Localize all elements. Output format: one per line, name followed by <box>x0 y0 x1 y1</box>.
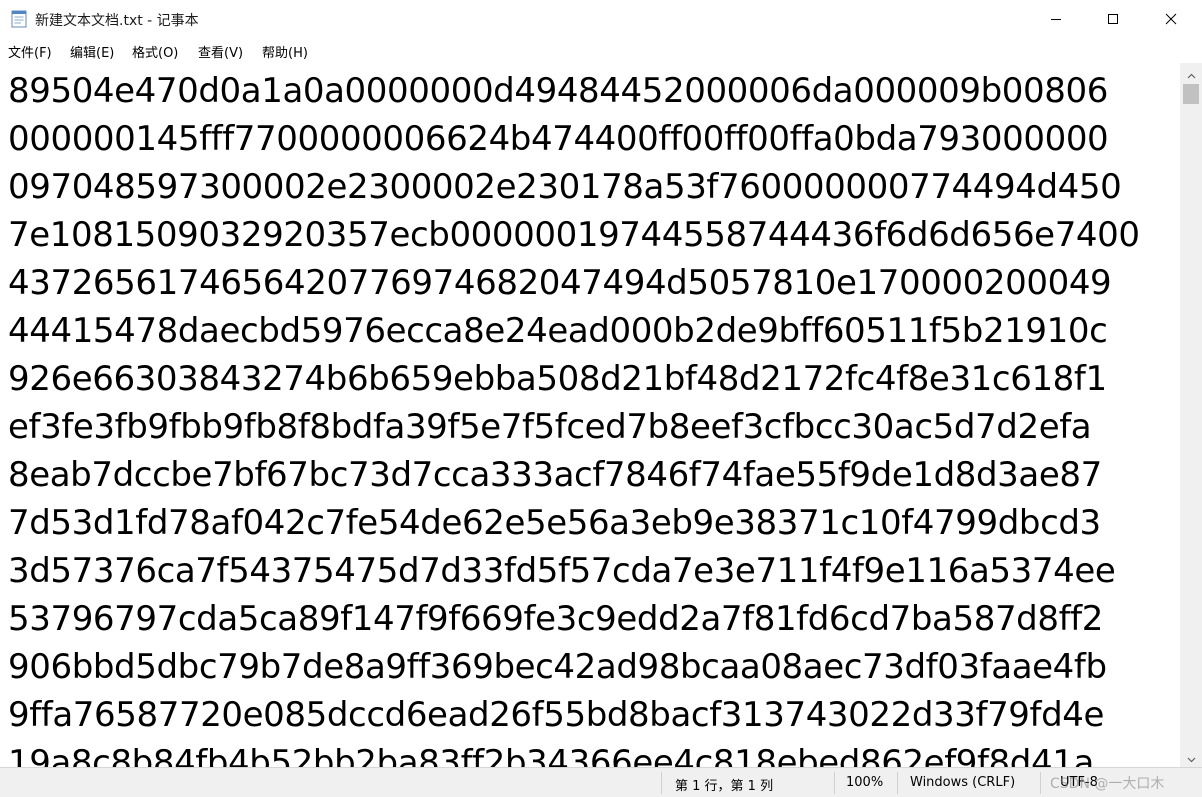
scroll-down-button[interactable] <box>1180 747 1202 767</box>
menu-edit[interactable]: 编辑(E) <box>70 42 114 61</box>
zoom-level: 100% <box>846 775 884 790</box>
text-editor[interactable]: 89504e470d0a1a0a0000000d49484452000006da… <box>0 63 1180 767</box>
editor-content[interactable]: 89504e470d0a1a0a0000000d49484452000006da… <box>8 67 1140 767</box>
text-line: 53796797cda5ca89f147f9f669fe3c9edd2a7f81… <box>8 599 1103 639</box>
text-line: 097048597300002e2300002e230178a53f760000… <box>8 167 1122 207</box>
text-line: 9ffa76587720e085dccd6ead26f55bd8bacf3137… <box>8 695 1105 735</box>
text-line: ef3fe3fb9fbb9fb8f8bdfa39f5e7f5fced7b8eef… <box>8 407 1092 447</box>
vertical-scrollbar[interactable] <box>1180 63 1202 767</box>
text-line: 89504e470d0a1a0a0000000d49484452000006da… <box>8 71 1108 111</box>
notepad-icon <box>11 10 27 28</box>
menu-view[interactable]: 查看(V) <box>198 42 243 61</box>
text-line: 906bbd5dbc79b7de8a9ff369bec42ad98bcaa08a… <box>8 647 1107 687</box>
status-divider <box>834 772 835 794</box>
cursor-position: 第 1 行，第 1 列 <box>675 779 774 794</box>
menu-bar: 文件(F) 编辑(E) 格式(O) 查看(V) 帮助(H) <box>0 38 1202 63</box>
scroll-up-button[interactable] <box>1180 63 1202 83</box>
line-ending: Windows (CRLF) <box>910 775 1016 790</box>
minimize-icon <box>1050 13 1062 25</box>
menu-format[interactable]: 格式(O) <box>132 42 178 61</box>
text-line: 7e1081509032920357ecb0000001974455874443… <box>8 215 1140 255</box>
chevron-up-icon <box>1187 64 1196 83</box>
scroll-thumb[interactable] <box>1183 84 1199 104</box>
watermark: CSDN @一大口木 <box>1050 776 1165 792</box>
menu-file[interactable]: 文件(F) <box>8 42 52 61</box>
status-divider <box>661 772 662 794</box>
menu-help[interactable]: 帮助(H) <box>262 42 308 61</box>
text-line: 000000145fff7700000006624b474400ff00ff00… <box>8 119 1109 159</box>
maximize-icon <box>1107 13 1119 25</box>
text-line: 19a8c8b84fb4b52bb2ba83ff2b34366ee4c818eb… <box>8 743 1094 767</box>
close-icon <box>1165 13 1177 25</box>
text-line: 8eab7dccbe7bf67bc73d7cca333acf7846f74fae… <box>8 455 1102 495</box>
chevron-down-icon <box>1187 748 1196 767</box>
status-bar: 第 1 行，第 1 列 100% Windows (CRLF) UTF-8 CS… <box>0 767 1202 797</box>
title-bar[interactable]: 新建文本文档.txt - 记事本 <box>0 0 1202 38</box>
text-line: 7d53d1fd78af042c7fe54de62e5e56a3eb9e3837… <box>8 503 1101 543</box>
text-line: 4372656174656420776974682047494d5057810e… <box>8 263 1112 303</box>
status-divider <box>1040 772 1041 794</box>
minimize-button[interactable] <box>1027 0 1085 38</box>
close-button[interactable] <box>1142 0 1200 38</box>
window-title: 新建文本文档.txt - 记事本 <box>35 13 199 29</box>
maximize-button[interactable] <box>1084 0 1142 38</box>
text-line: 3d57376ca7f54375475d7d33fd5f57cda7e3e711… <box>8 551 1116 591</box>
text-line: 926e66303843274b6b659ebba508d21bf48d2172… <box>8 359 1107 399</box>
notepad-window: 新建文本文档.txt - 记事本 文件(F) 编辑(E) 格式(O) 查看(V) <box>0 0 1202 797</box>
text-line: 44415478daecbd5976ecca8e24ead000b2de9bff… <box>8 311 1108 351</box>
status-divider <box>897 772 898 794</box>
